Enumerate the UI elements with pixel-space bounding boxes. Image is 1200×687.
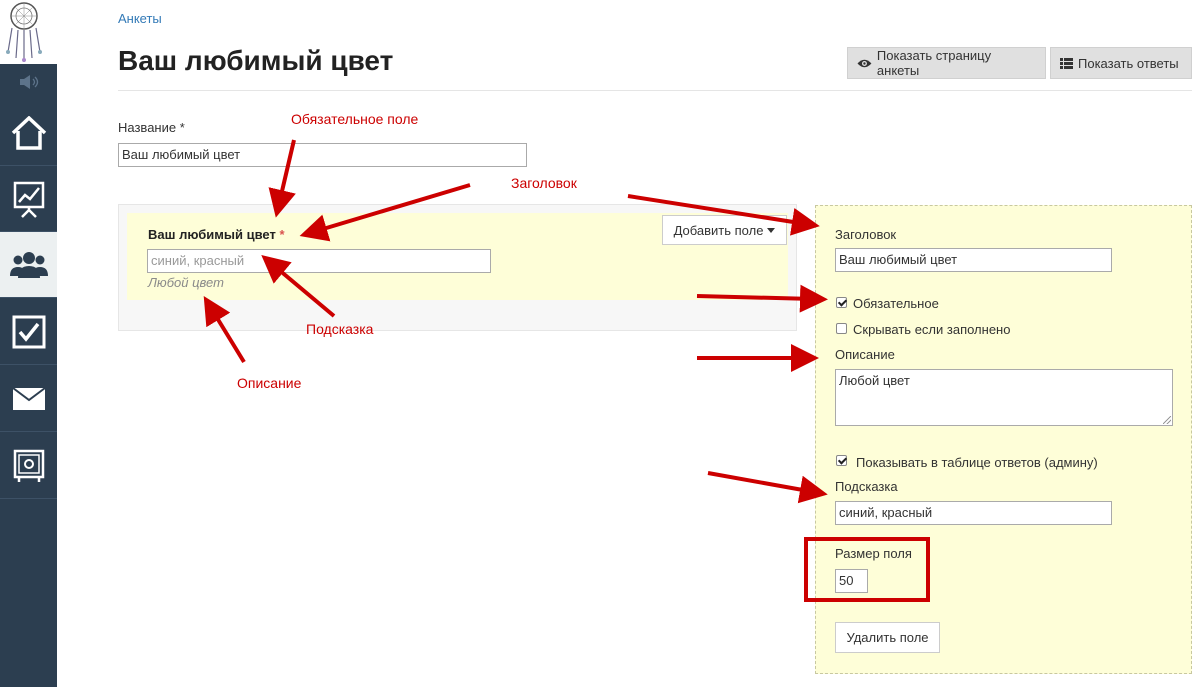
- show-answers-label: Показать ответы: [1078, 55, 1179, 71]
- required-checkbox[interactable]: [836, 297, 847, 308]
- name-input[interactable]: Ваш любимый цвет: [118, 143, 527, 167]
- settings-hint-input[interactable]: синий, красный: [835, 501, 1112, 525]
- show-survey-page-button[interactable]: Показать страницу анкеты: [847, 47, 1046, 79]
- sidebar: [0, 0, 57, 687]
- show-in-table-label: Показывать в таблице ответов (админу): [856, 455, 1098, 470]
- sidebar-item-stats[interactable]: [0, 166, 57, 232]
- add-field-button[interactable]: Добавить поле: [662, 215, 787, 245]
- eye-icon: [857, 59, 872, 67]
- annotation-hint: Подсказка: [306, 321, 374, 337]
- arrow-hint-setting: [707, 471, 828, 504]
- announcement-icon[interactable]: [0, 64, 57, 100]
- sidebar-item-tasks[interactable]: [0, 299, 57, 365]
- settings-description-value: Любой цвет: [839, 373, 910, 388]
- list-icon: [1060, 57, 1073, 69]
- preview-field-description: Любой цвет: [148, 275, 224, 290]
- settings-description-label: Описание: [835, 347, 895, 362]
- envelope-icon: [11, 386, 46, 410]
- highlight-box: [804, 537, 930, 602]
- delete-field-label: Удалить поле: [846, 630, 929, 645]
- sidebar-item-mail[interactable]: [0, 366, 57, 432]
- annotation-description: Описание: [237, 375, 302, 391]
- delete-field-button[interactable]: Удалить поле: [835, 622, 940, 653]
- settings-title-input[interactable]: Ваш любимый цвет: [835, 248, 1112, 272]
- show-answers-button[interactable]: Показать ответы: [1050, 47, 1192, 79]
- show-survey-page-label: Показать страницу анкеты: [876, 48, 992, 78]
- add-field-label: Добавить поле: [673, 222, 764, 238]
- breadcrumb-surveys[interactable]: Анкеты: [118, 11, 162, 26]
- preview-field-label: Ваш любимый цвет *: [148, 227, 285, 242]
- checkbox-icon: [12, 315, 45, 348]
- preview-field-title: Ваш любимый цвет: [148, 227, 276, 242]
- field-settings-panel: [815, 205, 1192, 674]
- resize-handle-icon[interactable]: [1163, 416, 1171, 424]
- settings-hint-label: Подсказка: [835, 479, 898, 494]
- sidebar-item-surveys[interactable]: [0, 232, 57, 298]
- hide-if-filled-label: Скрывать если заполнено: [853, 322, 1011, 337]
- show-in-table-checkbox[interactable]: [836, 455, 847, 466]
- name-label: Название *: [118, 120, 185, 135]
- required-mark: *: [279, 227, 285, 242]
- chart-board-icon: [13, 181, 44, 218]
- annotation-required-field: Обязательное поле: [291, 111, 419, 127]
- page-title: Ваш любимый цвет: [118, 45, 394, 76]
- sidebar-item-safe[interactable]: [0, 433, 57, 499]
- home-icon: [11, 115, 46, 150]
- hide-if-filled-checkbox[interactable]: [836, 323, 847, 334]
- users-group-icon: [9, 251, 48, 278]
- safe-icon: [13, 449, 44, 482]
- annotation-heading: Заголовок: [511, 175, 577, 191]
- dreamcatcher-logo: [0, 0, 57, 64]
- required-checkbox-label: Обязательное: [853, 296, 939, 311]
- header-divider: [118, 90, 1192, 91]
- settings-title-label: Заголовок: [835, 227, 897, 242]
- sidebar-item-home[interactable]: [0, 100, 57, 166]
- settings-description-textarea[interactable]: Любой цвет: [835, 369, 1173, 426]
- preview-field-input[interactable]: синий, красный: [147, 249, 491, 273]
- caret-down-icon: [767, 227, 776, 233]
